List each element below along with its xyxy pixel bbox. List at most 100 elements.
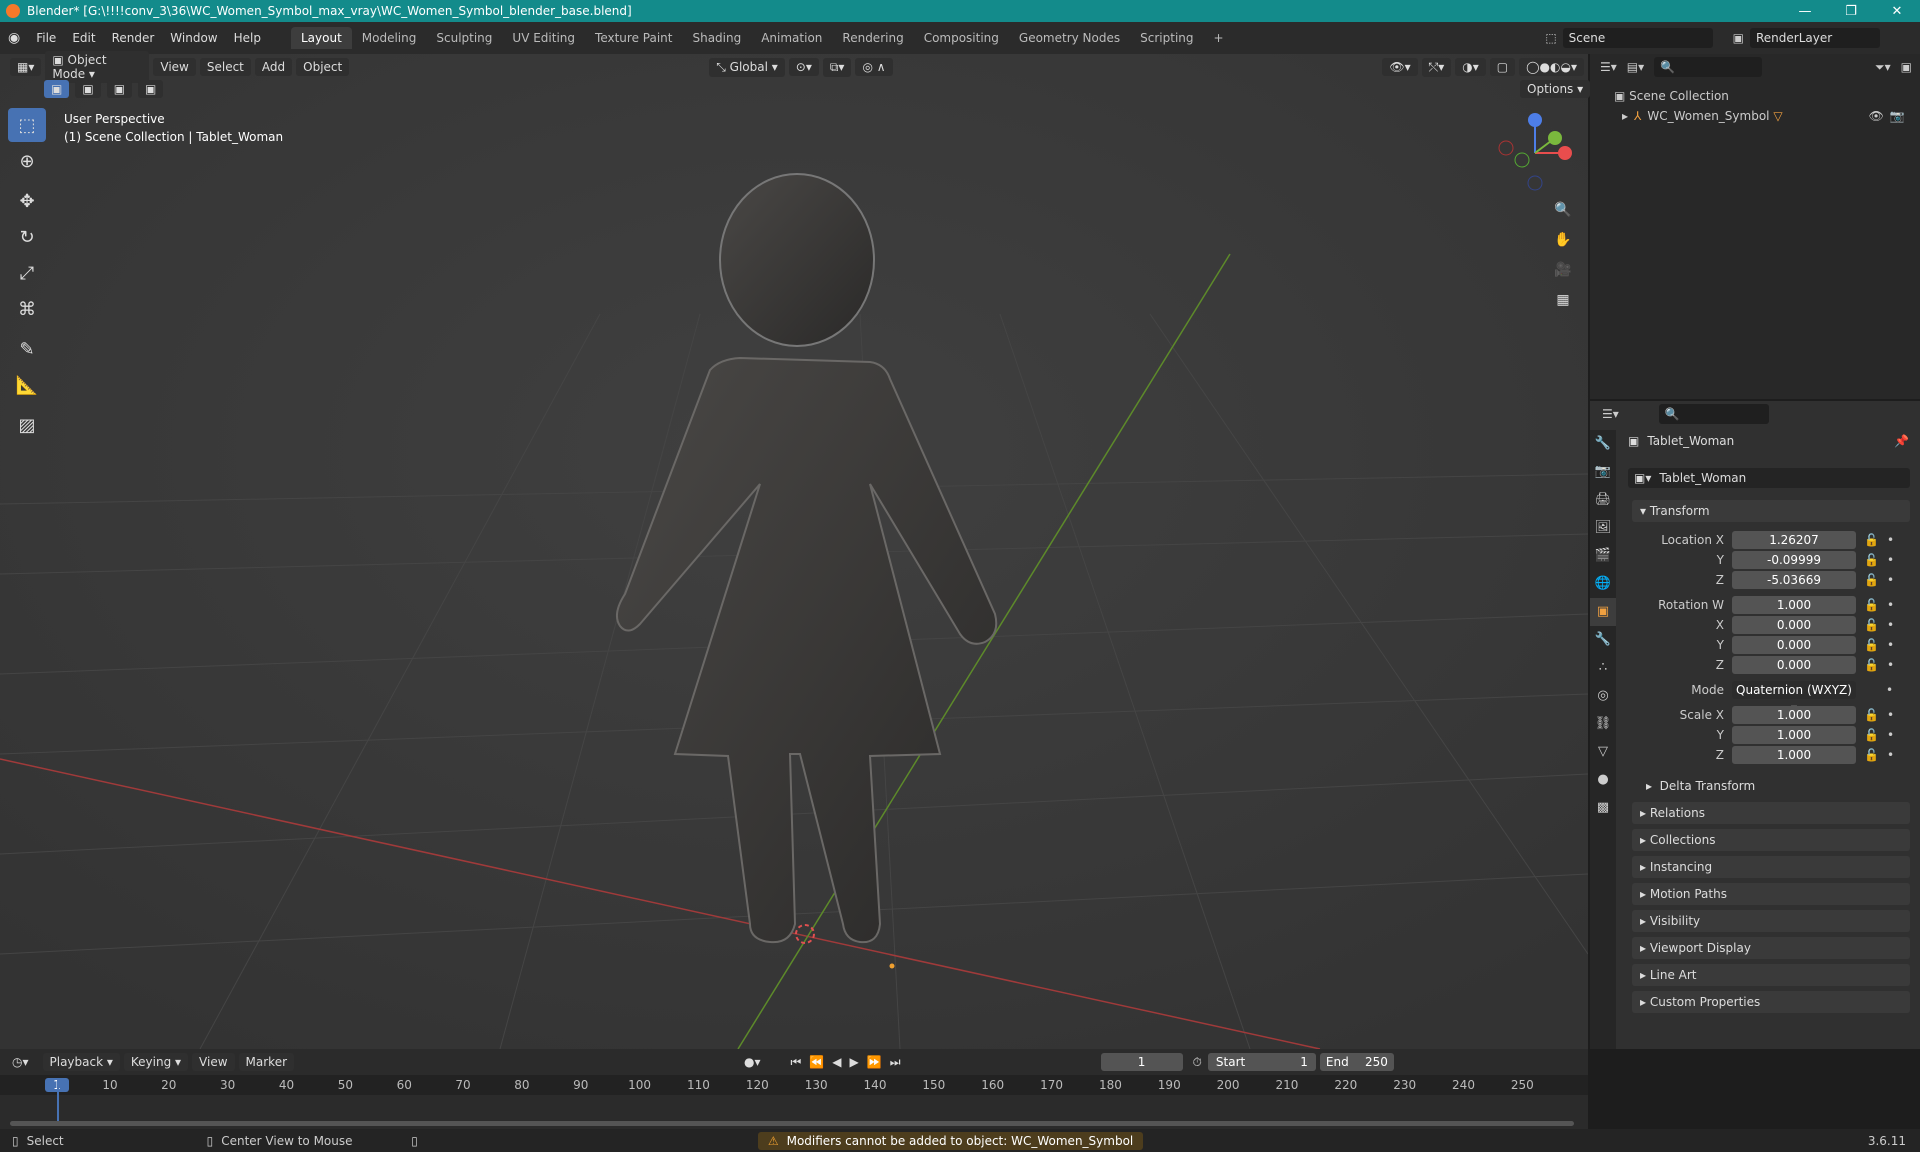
outliner-editor-icon[interactable]: ☰▾ [1600, 60, 1617, 74]
gizmo-icon[interactable]: ⤲▾ [1421, 57, 1452, 77]
keyframe-dot-icon[interactable]: • [1887, 708, 1894, 722]
render-camera-icon[interactable]: 📷 [1890, 106, 1905, 126]
orientation-dropdown[interactable]: ⤡ Global ▾ [709, 57, 785, 77]
scene-field[interactable]: Scene [1562, 28, 1713, 48]
menu-object[interactable]: Object [296, 58, 350, 76]
keyframe-dot-icon[interactable]: • [1887, 598, 1894, 612]
rotation-x-field[interactable]: 0.000 [1732, 616, 1856, 634]
measure-tool-icon[interactable]: 📐 [8, 368, 46, 402]
warning-banner[interactable]: ⚠ Modifiers cannot be added to object: W… [757, 1131, 1144, 1150]
scale-z-field[interactable]: 1.000 [1732, 746, 1856, 764]
scene-tab-icon[interactable]: 🎬 [1590, 542, 1616, 570]
end-frame-field[interactable]: End 250 [1319, 1053, 1394, 1071]
properties-search-input[interactable]: 🔍 [1658, 404, 1769, 424]
3d-viewport[interactable] [0, 54, 1588, 1049]
cursor-tool-icon[interactable]: ⊕ [8, 144, 46, 178]
tab-rendering[interactable]: Rendering [832, 27, 913, 49]
grid-view-icon[interactable]: ▦ [1550, 286, 1576, 314]
current-frame-field[interactable]: 1 [1100, 1053, 1183, 1071]
scale-tool-icon[interactable]: ⤢ [8, 256, 46, 290]
transform-tool-icon[interactable]: ⌘ [8, 292, 46, 326]
scene-collection-row[interactable]: ▣ Scene Collection [1614, 86, 1920, 106]
view-layer-tab-icon[interactable]: 🖼 [1590, 514, 1616, 542]
constraints-tab-icon[interactable]: ⛓ [1590, 710, 1616, 738]
scale-x-field[interactable]: 1.000 [1732, 706, 1856, 724]
options-button[interactable]: Options ▾ [1520, 80, 1591, 98]
play-reverse-icon[interactable]: ◀ [832, 1055, 841, 1069]
lock-icon[interactable]: 🔓 [1864, 708, 1879, 722]
add-workspace-icon[interactable]: + [1204, 27, 1234, 49]
scene-icon[interactable]: ⬚ [1545, 31, 1556, 45]
lock-icon[interactable]: 🔓 [1864, 553, 1879, 567]
tab-uv-editing[interactable]: UV Editing [502, 27, 585, 49]
new-collection-icon[interactable]: ▣ [1901, 60, 1912, 74]
location-x-field[interactable]: 1.26207 [1732, 531, 1856, 549]
output-tab-icon[interactable]: 🖨 [1590, 486, 1616, 514]
filter-icon[interactable]: ⏷▾ [1875, 60, 1891, 75]
panel-collections[interactable]: ▸ Collections [1632, 829, 1910, 851]
record-icon[interactable]: ●▾ [744, 1055, 761, 1069]
jump-start-icon[interactable]: ⏮ [791, 1055, 802, 1070]
panel-instancing[interactable]: ▸ Instancing [1632, 856, 1910, 878]
lock-icon[interactable]: 🔓 [1864, 658, 1879, 672]
render-tab-icon[interactable]: 📷 [1590, 458, 1616, 486]
pivot-icon[interactable]: ⊙▾ [788, 58, 819, 76]
outliner-search-input[interactable]: 🔍 [1654, 57, 1763, 77]
tool-tab-icon[interactable]: 🔧 [1590, 430, 1616, 458]
keyframe-dot-icon[interactable]: • [1887, 658, 1894, 672]
lock-icon[interactable]: 🔓 [1864, 598, 1879, 612]
menu-marker[interactable]: Marker [238, 1053, 295, 1071]
menu-render[interactable]: Render [104, 31, 163, 45]
eye-icon[interactable]: 👁 [1869, 106, 1884, 126]
close-icon[interactable]: ✕ [1874, 4, 1920, 19]
keyframe-dot-icon[interactable]: • [1887, 728, 1894, 742]
object-tab-icon[interactable]: ▣ [1590, 598, 1616, 626]
location-y-field[interactable]: -0.09999 [1732, 551, 1856, 569]
frame-ruler[interactable]: 1102030405060708090100110120130140150160… [0, 1075, 1588, 1095]
proportional-edit-icon[interactable]: ◎ ∧ [855, 58, 893, 76]
render-layer-field[interactable]: RenderLayer [1750, 28, 1880, 48]
tab-scripting[interactable]: Scripting [1130, 27, 1203, 49]
snap-icon[interactable]: ⧉▾ [822, 57, 852, 77]
keyframe-dot-icon[interactable]: • [1887, 553, 1894, 567]
timeline-editor-icon[interactable]: ◷▾ [12, 1055, 29, 1069]
mode-dropdown[interactable]: ▣ Object Mode ▾ [45, 51, 150, 83]
material-tab-icon[interactable]: ● [1590, 766, 1616, 794]
jump-end-icon[interactable]: ⏭ [890, 1055, 901, 1070]
keyframe-dot-icon[interactable]: • [1887, 618, 1894, 632]
lock-icon[interactable]: 🔓 [1864, 728, 1879, 742]
add-cube-tool-icon[interactable]: ▨ [8, 408, 46, 442]
menu-add[interactable]: Add [254, 58, 293, 76]
navigation-gizmo[interactable] [1490, 108, 1580, 198]
panel-viewport-display[interactable]: ▸ Viewport Display [1632, 937, 1910, 959]
menu-file[interactable]: File [28, 31, 64, 45]
rotation-z-field[interactable]: 0.000 [1732, 656, 1856, 674]
display-mode-icon[interactable]: ▤▾ [1627, 60, 1644, 74]
menu-playback[interactable]: Playback ▾ [42, 1053, 120, 1071]
panel-relations[interactable]: ▸ Relations [1632, 802, 1910, 824]
rotation-y-field[interactable]: 0.000 [1732, 636, 1856, 654]
rotate-tool-icon[interactable]: ↻ [8, 220, 46, 254]
blender-menu-icon[interactable]: ◉ [0, 30, 28, 46]
keyframe-dot-icon[interactable]: • [1887, 748, 1894, 762]
rotation-w-field[interactable]: 1.000 [1732, 596, 1856, 614]
tab-compositing[interactable]: Compositing [914, 27, 1009, 49]
data-tab-icon[interactable]: ▽ [1590, 738, 1616, 766]
menu-view[interactable]: View [153, 58, 196, 76]
tab-geometry-nodes[interactable]: Geometry Nodes [1009, 27, 1130, 49]
rotation-mode-dropdown[interactable]: Quaternion (WXYZ) ▾ [1732, 681, 1856, 715]
menu-timeline-view[interactable]: View [192, 1053, 235, 1071]
keyframe-dot-icon[interactable]: • [1886, 683, 1893, 697]
particles-tab-icon[interactable]: ∴ [1590, 654, 1616, 682]
outliner-item-wc-women-symbol[interactable]: ▸ ⅄ WC_Women_Symbol ▽ 👁 📷 [1614, 106, 1920, 126]
datablock-type-icon[interactable]: ▣▾ [1634, 471, 1651, 485]
tab-sculpting[interactable]: Sculpting [426, 27, 502, 49]
transform-panel-header[interactable]: ▾ Transform [1632, 500, 1910, 522]
location-z-field[interactable]: -5.03669 [1732, 571, 1856, 589]
scale-y-field[interactable]: 1.000 [1732, 726, 1856, 744]
move-tool-icon[interactable]: ✥ [8, 184, 46, 218]
minimize-icon[interactable]: — [1782, 4, 1828, 19]
lock-icon[interactable]: 🔓 [1864, 533, 1879, 547]
texture-tab-icon[interactable]: ▩ [1590, 794, 1616, 822]
select-subtract-icon[interactable]: ▣ [106, 80, 133, 98]
